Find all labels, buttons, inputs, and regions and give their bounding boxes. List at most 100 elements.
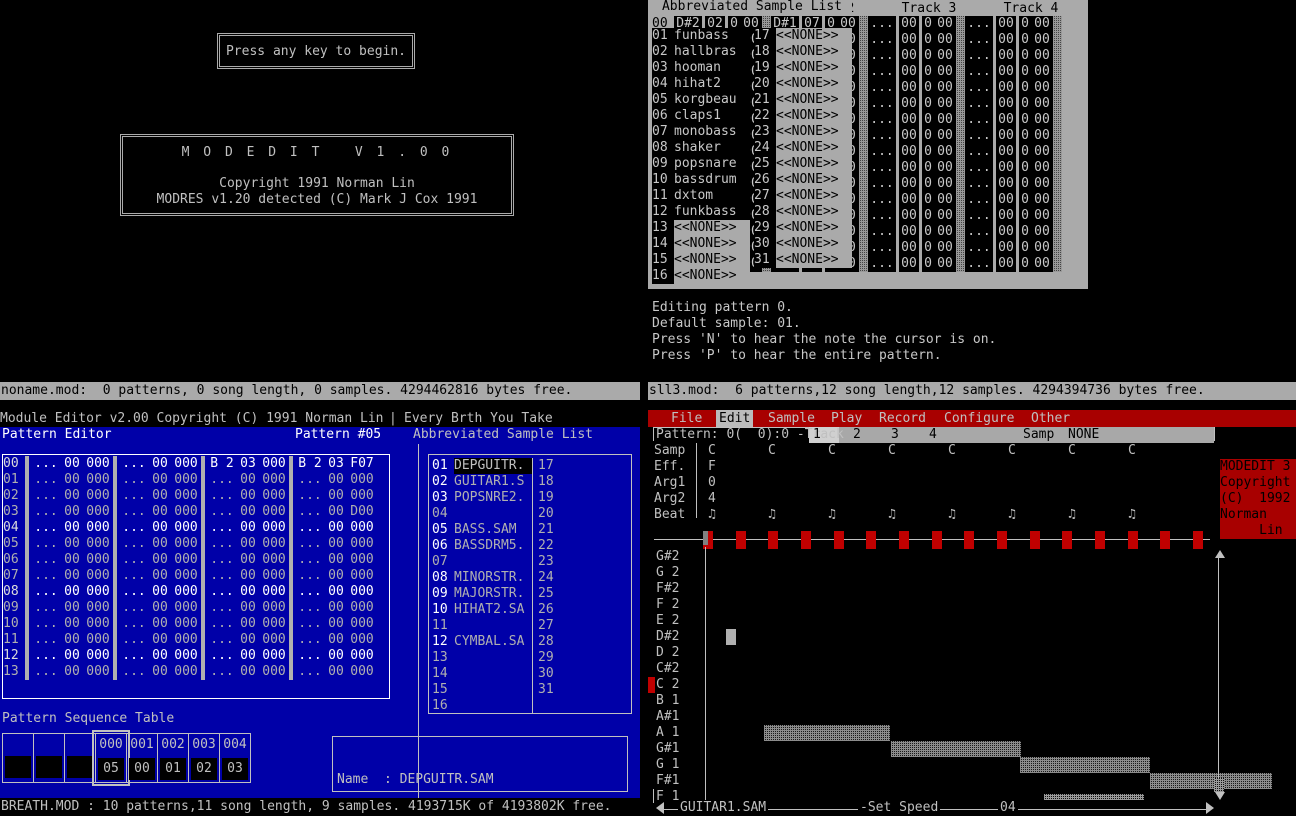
effect-cell[interactable]: 000 — [347, 648, 377, 664]
sample-cell[interactable]: 00 — [149, 632, 171, 648]
sample-list-row[interactable]: 14 30 — [432, 666, 638, 682]
sequence-value[interactable]: 02 — [191, 758, 217, 780]
note-cell[interactable]: ... — [119, 664, 149, 680]
effect-cell[interactable]: 000 — [171, 616, 201, 632]
arg-cell[interactable]: 00 — [934, 256, 956, 272]
note-cell[interactable]: ... — [207, 584, 237, 600]
sample-cell[interactable]: 00 — [237, 648, 259, 664]
arg-cell[interactable]: 00 — [1031, 16, 1053, 32]
effect-cell[interactable]: 000 — [259, 472, 289, 488]
sample-name[interactable]: <<NONE>> — [776, 28, 852, 44]
sample-cell[interactable]: 00 — [996, 80, 1016, 96]
pattern-sequence-table[interactable]: 000 05 001 00 002 01 003 02 004 03 — [2, 730, 251, 786]
sample-cell[interactable]: 00 — [149, 568, 171, 584]
note-cell[interactable]: ... — [119, 616, 149, 632]
effect-cell[interactable]: 000 — [347, 600, 377, 616]
sample-name[interactable]: MAJORSTR. — [454, 586, 532, 602]
effect-cell[interactable]: 0 — [922, 112, 934, 128]
sample-cell[interactable]: 00 — [325, 536, 347, 552]
effect-cell[interactable]: F07 — [347, 456, 377, 472]
sample-cell[interactable]: 00 — [899, 32, 919, 48]
effect-cell[interactable]: 0 — [922, 240, 934, 256]
sample-cell[interactable]: 00 — [61, 664, 83, 680]
menu-bar[interactable]: File Edit Sample Play Record Configure Other — [648, 410, 1296, 427]
param-value-samp[interactable]: C — [888, 443, 896, 459]
sample-cell[interactable]: 03 — [237, 456, 259, 472]
menu-item-edit[interactable]: Edit — [716, 410, 754, 427]
sample-cell[interactable]: 00 — [325, 664, 347, 680]
sample-name[interactable]: DEPGUITR. — [454, 458, 532, 474]
arg-cell[interactable]: 00 — [1031, 224, 1053, 240]
sample-cell[interactable]: 00 — [899, 128, 919, 144]
effect-cell[interactable]: 0 — [922, 96, 934, 112]
sequence-value-wrap[interactable] — [34, 756, 64, 782]
pattern-row[interactable]: 00... 00 000... 00 000 B 2 03 000 B 2 03 F07 — [3, 456, 377, 472]
sample-name[interactable]: monobass — [674, 124, 750, 140]
sample-cell[interactable]: 00 — [61, 488, 83, 504]
sample-cell[interactable]: 00 — [899, 224, 919, 240]
sample-cell[interactable]: 00 — [149, 648, 171, 664]
sample-cell[interactable]: 00 — [325, 552, 347, 568]
beat-marker[interactable] — [1128, 531, 1138, 549]
effect-cell[interactable]: 0 — [922, 160, 934, 176]
param-value-samp[interactable]: C — [1008, 443, 1016, 459]
note-cell[interactable]: ... — [295, 648, 325, 664]
sample-name[interactable] — [560, 586, 638, 602]
effect-cell[interactable]: 000 — [83, 456, 113, 472]
note-cell[interactable]: ... — [119, 472, 149, 488]
note-block[interactable] — [764, 725, 890, 741]
sequence-cell[interactable]: 004 03 — [219, 733, 251, 783]
sample-name[interactable] — [560, 506, 638, 522]
sequence-cell[interactable] — [33, 733, 65, 783]
effect-cell[interactable]: 000 — [171, 568, 201, 584]
sample-name[interactable]: <<NONE>> — [776, 124, 852, 140]
sample-name[interactable]: <<NONE>> — [776, 188, 852, 204]
arg-cell[interactable]: 00 — [1031, 32, 1053, 48]
arg-cell[interactable]: 00 — [934, 208, 956, 224]
note-cell[interactable]: ... — [868, 32, 896, 48]
sample-list-row[interactable]: 08 shaker 24 <<NONE>> — [652, 140, 852, 156]
effect-cell[interactable]: 0 — [1019, 160, 1031, 176]
note-cell[interactable]: ... — [965, 128, 993, 144]
param-value-arg2[interactable]: 4 — [708, 491, 716, 507]
sample-name[interactable] — [560, 666, 638, 682]
note-cell[interactable]: ... — [119, 552, 149, 568]
effect-cell[interactable]: 000 — [83, 648, 113, 664]
note-cell[interactable]: ... — [868, 128, 896, 144]
note-block[interactable] — [1020, 757, 1150, 773]
effect-cell[interactable]: 000 — [171, 504, 201, 520]
note-cell[interactable]: ... — [965, 64, 993, 80]
sample-cell[interactable]: 00 — [149, 552, 171, 568]
note-cell[interactable]: ... — [207, 600, 237, 616]
param-value-beat[interactable]: ♫ — [948, 507, 956, 523]
note-cell[interactable]: ... — [31, 472, 61, 488]
note-cell[interactable]: ... — [31, 632, 61, 648]
param-value-beat[interactable]: ♫ — [888, 507, 896, 523]
track-4-cells[interactable]: ... 00 0 00 — [965, 208, 1062, 224]
effect-cell[interactable]: 0 — [1019, 112, 1031, 128]
sample-name[interactable]: <<NONE>> — [776, 140, 852, 156]
arg-cell[interactable]: 00 — [1031, 48, 1053, 64]
note-cell[interactable]: ... — [119, 504, 149, 520]
sample-cell[interactable]: 00 — [996, 112, 1016, 128]
sample-cell[interactable]: 00 — [237, 472, 259, 488]
effect-cell[interactable]: 000 — [83, 616, 113, 632]
effect-cell[interactable]: 0 — [1019, 64, 1031, 80]
sample-name[interactable] — [454, 554, 532, 570]
sample-name[interactable]: <<NONE>> — [776, 252, 852, 268]
sample-name[interactable] — [560, 618, 638, 634]
sample-name[interactable]: <<NONE>> — [776, 236, 852, 252]
sample-cell[interactable]: 00 — [899, 16, 919, 32]
track-3-cells[interactable]: ... 00 0 00 — [868, 32, 965, 48]
vertical-scrollbar-thumb[interactable] — [1214, 778, 1224, 792]
sample-name[interactable]: <<NONE>> — [776, 76, 852, 92]
sample-list-row[interactable]: 03 hooman 19 <<NONE>> — [652, 60, 852, 76]
sample-cell[interactable]: 00 — [996, 32, 1016, 48]
effect-cell[interactable]: 000 — [259, 568, 289, 584]
effect-cell[interactable]: 0 — [922, 32, 934, 48]
arg-cell[interactable]: 00 — [1031, 128, 1053, 144]
sample-name[interactable] — [560, 474, 638, 490]
sample-cell[interactable]: 00 — [325, 520, 347, 536]
menu-item-configure[interactable]: Configure — [941, 410, 1017, 427]
sample-name[interactable]: <<NONE>> — [776, 108, 852, 124]
